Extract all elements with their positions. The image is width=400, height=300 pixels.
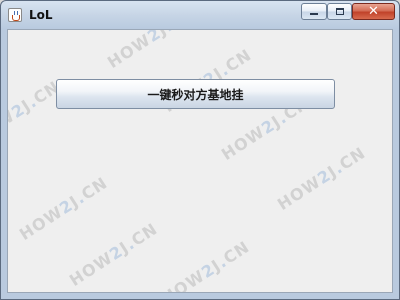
maximize-icon: [335, 8, 344, 15]
minimize-button[interactable]: [301, 3, 327, 20]
java-cup-icon[interactable]: [8, 8, 22, 22]
window-title: LoL: [29, 8, 53, 22]
watermark: HOW2J.CN: [7, 77, 64, 148]
watermark: HOW2J.CN: [158, 237, 254, 293]
title-bar[interactable]: LoL ✕: [1, 1, 399, 29]
watermark: HOW2J.CN: [16, 173, 112, 244]
watermark: HOW2J.CN: [104, 29, 199, 72]
watermark: HOW2J.CN: [274, 143, 370, 214]
one-click-kill-base-button[interactable]: 一键秒对方基地挂: [56, 79, 335, 109]
watermark: HOW2J.CN: [66, 219, 162, 290]
content-pane: HOW2J.CN HOW2J.CN HOW2J.CN HOW2J.CN HOW2…: [7, 29, 393, 293]
action-button-label: 一键秒对方基地挂: [147, 87, 244, 102]
minimize-icon: [310, 13, 318, 15]
maximize-button[interactable]: [327, 3, 352, 20]
close-icon: ✕: [368, 4, 379, 19]
app-window: LoL ✕ HOW2J.CN HOW2J.CN HOW2J.CN HOW2J.C…: [0, 0, 400, 300]
close-button[interactable]: ✕: [352, 3, 395, 20]
